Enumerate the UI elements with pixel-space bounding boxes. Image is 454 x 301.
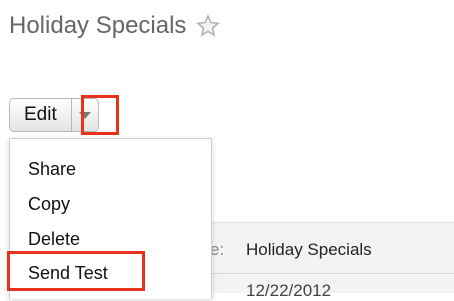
detail-date-value: 12/22/2012 [246, 281, 332, 300]
detail-name-value: Holiday Specials [246, 240, 372, 259]
title-row: Holiday Specials [9, 12, 221, 39]
actions-dropdown-toggle[interactable] [70, 98, 99, 132]
menu-item-send-test[interactable]: Send Test [28, 263, 108, 283]
detail-panel: e: Holiday Specials 12/22/2012 [210, 222, 454, 300]
actions-dropdown-menu: Share Copy Delete Send Test [9, 138, 212, 299]
menu-item-share[interactable]: Share [28, 159, 76, 179]
edit-button[interactable]: Edit [9, 98, 71, 132]
detail-divider [210, 273, 454, 274]
edit-action-group: Edit [9, 98, 99, 132]
menu-item-delete[interactable]: Delete [28, 229, 80, 249]
caret-down-icon [78, 111, 91, 119]
star-outline-icon[interactable] [196, 14, 221, 38]
detail-label: e: [210, 240, 225, 259]
menu-item-copy[interactable]: Copy [28, 194, 70, 214]
page-title: Holiday Specials [9, 12, 187, 39]
